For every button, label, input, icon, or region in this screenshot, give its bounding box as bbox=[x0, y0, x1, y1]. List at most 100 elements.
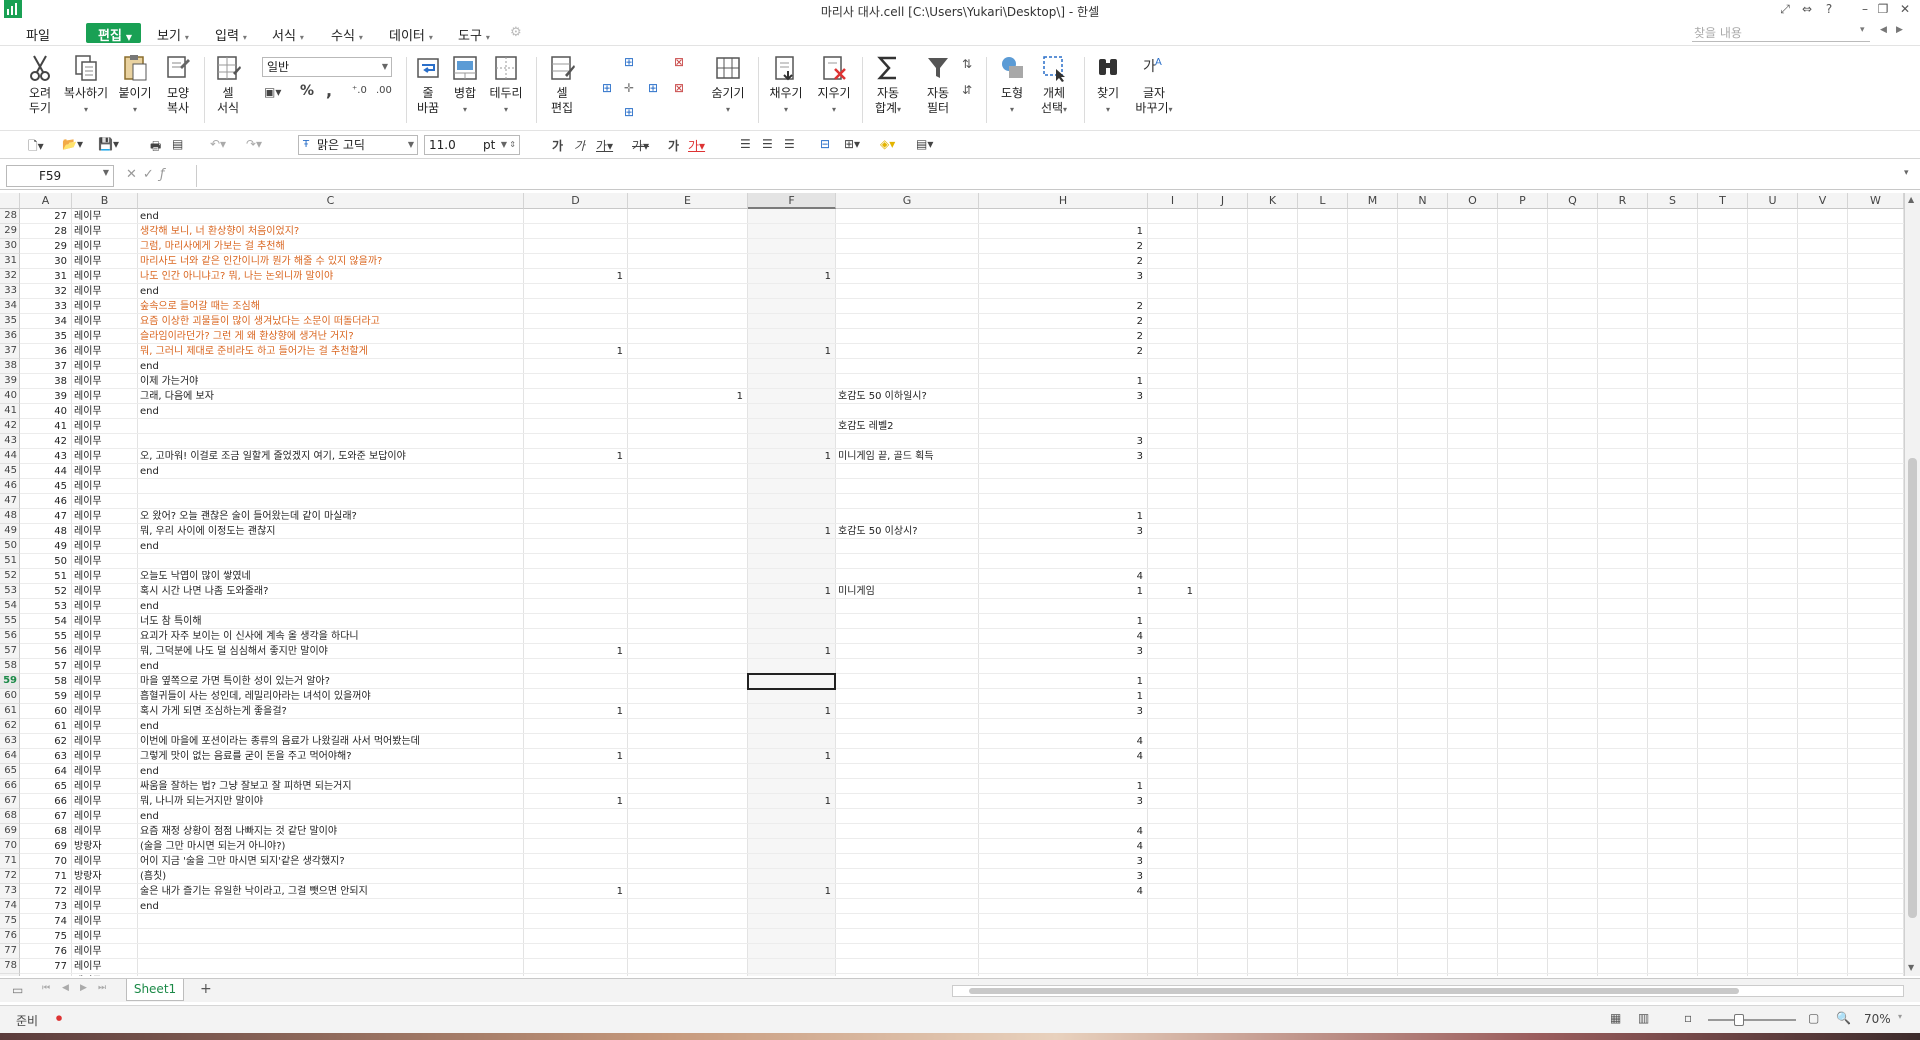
row-header[interactable]: 40 bbox=[0, 389, 20, 404]
minimize-button[interactable]: – bbox=[1856, 2, 1874, 18]
sheet-tab-sheet1[interactable]: Sheet1 bbox=[126, 979, 184, 1001]
cell-b[interactable]: 방랑자 bbox=[74, 869, 136, 884]
format-painter-button[interactable]: 모양 복사 bbox=[160, 53, 196, 116]
cell-a[interactable]: 70 bbox=[22, 854, 70, 869]
cell-b[interactable]: 레이무 bbox=[74, 254, 136, 269]
cell-b[interactable]: 레이무 bbox=[74, 539, 136, 554]
row-header[interactable]: 70 bbox=[0, 839, 20, 854]
cell-h[interactable]: 4 bbox=[981, 734, 1146, 749]
replace-button[interactable]: 가A 글자 바꾸기▾ bbox=[1132, 53, 1176, 117]
cell-a[interactable]: 32 bbox=[22, 284, 70, 299]
cell-a[interactable]: 40 bbox=[22, 404, 70, 419]
cell-d[interactable]: 1 bbox=[526, 344, 626, 359]
column-header-v[interactable]: V bbox=[1798, 193, 1848, 209]
cell-c[interactable]: 그렇게 맛이 없는 음료를 굳이 돈을 주고 먹어야해? bbox=[140, 749, 522, 764]
column-header-t[interactable]: T bbox=[1698, 193, 1748, 209]
cell-c[interactable]: 요즘 이상한 괴물들이 많이 생겨났다는 소문이 떠돌더라고 bbox=[140, 314, 522, 329]
row-header[interactable]: 41 bbox=[0, 404, 20, 419]
menu-format[interactable]: 서식 ▾ bbox=[272, 25, 304, 44]
cell-a[interactable]: 71 bbox=[22, 869, 70, 884]
cell-c[interactable]: 오, 고마워! 이걸로 조금 일할게 줄었겠지 여기, 도와준 보답이야 bbox=[140, 449, 522, 464]
cell-e[interactable]: 1 bbox=[630, 389, 746, 404]
cell-a[interactable]: 29 bbox=[22, 239, 70, 254]
extras-icon[interactable]: ⚙ bbox=[510, 25, 522, 40]
cell-a[interactable]: 39 bbox=[22, 389, 70, 404]
cell-a[interactable]: 37 bbox=[22, 359, 70, 374]
row-header[interactable]: 71 bbox=[0, 854, 20, 869]
cell-c[interactable]: 너도 참 특이해 bbox=[140, 614, 522, 629]
column-header-c[interactable]: C bbox=[138, 193, 524, 209]
cell-a[interactable]: 53 bbox=[22, 599, 70, 614]
cell-c[interactable]: 그럼, 마리사에게 가보는 걸 추천해 bbox=[140, 239, 522, 254]
cell-b[interactable]: 레이무 bbox=[74, 824, 136, 839]
cell-d[interactable]: 1 bbox=[526, 269, 626, 284]
cell-h[interactable]: 3 bbox=[981, 854, 1146, 869]
search-next-icon[interactable]: ▶ bbox=[1896, 25, 1903, 35]
align-right-icon[interactable]: ☰ bbox=[784, 137, 795, 151]
menu-edit[interactable]: 편집 ▼ bbox=[86, 23, 141, 44]
cell-a[interactable]: 47 bbox=[22, 509, 70, 524]
merge-button[interactable]: 병합 ▾ bbox=[448, 53, 482, 117]
cell-h[interactable]: 1 bbox=[981, 689, 1146, 704]
scroll-down-icon[interactable]: ▼ bbox=[1908, 963, 1914, 972]
cell-b[interactable]: 레이무 bbox=[74, 764, 136, 779]
cell-b[interactable]: 레이무 bbox=[74, 584, 136, 599]
cell-a[interactable]: 64 bbox=[22, 764, 70, 779]
cell-c[interactable]: 나도 인간 아니냐고? 뭐, 나는 논외니까 말이야 bbox=[140, 269, 522, 284]
cell-b[interactable]: 레이무 bbox=[74, 359, 136, 374]
underline-icon[interactable]: 가▾ bbox=[596, 137, 613, 154]
search-prev-icon[interactable]: ◀ bbox=[1880, 25, 1887, 35]
merge-cells-icon[interactable]: ⊟ bbox=[820, 137, 830, 151]
delete-column-icon[interactable]: ⊠ bbox=[674, 55, 684, 69]
add-sheet-button[interactable]: + bbox=[200, 981, 212, 997]
column-header-w[interactable]: W bbox=[1848, 193, 1904, 209]
menu-tools[interactable]: 도구 ▾ bbox=[458, 25, 490, 44]
cell-h[interactable]: 1 bbox=[981, 674, 1146, 689]
auto-filter-button[interactable]: 자동 필터 bbox=[920, 53, 956, 116]
cell-b[interactable]: 레이무 bbox=[74, 809, 136, 824]
cell-b[interactable]: 레이무 bbox=[74, 794, 136, 809]
row-header[interactable]: 53 bbox=[0, 584, 20, 599]
cell-b[interactable]: 레이무 bbox=[74, 329, 136, 344]
cell-b[interactable]: 레이무 bbox=[74, 209, 136, 224]
cell-h[interactable]: 4 bbox=[981, 839, 1146, 854]
cell-a[interactable]: 63 bbox=[22, 749, 70, 764]
prev-sheet-icon[interactable]: ◀ bbox=[62, 983, 69, 993]
cell-a[interactable]: 54 bbox=[22, 614, 70, 629]
currency-icon[interactable]: ▣▾ bbox=[264, 85, 281, 99]
column-header-k[interactable]: K bbox=[1248, 193, 1298, 209]
cell-a[interactable]: 43 bbox=[22, 449, 70, 464]
italic-icon[interactable]: 가 bbox=[574, 137, 585, 154]
insert-column-icon[interactable]: ⊞ bbox=[602, 81, 612, 95]
row-header[interactable]: 42 bbox=[0, 419, 20, 434]
zoom-slider-knob[interactable] bbox=[1734, 1014, 1744, 1026]
menu-data[interactable]: 데이터 ▾ bbox=[389, 25, 433, 44]
cell-b[interactable]: 레이무 bbox=[74, 899, 136, 914]
cell-a[interactable]: 61 bbox=[22, 719, 70, 734]
fullscreen-button[interactable]: ⤢ bbox=[1776, 2, 1794, 18]
row-header[interactable]: 75 bbox=[0, 914, 20, 929]
cell-c[interactable]: 오 왔어? 오늘 괜찮은 술이 들어왔는데 같이 마실래? bbox=[140, 509, 522, 524]
cut-button[interactable]: 오려 두기 bbox=[22, 53, 58, 116]
help-button[interactable]: ? bbox=[1820, 2, 1838, 18]
row-header[interactable]: 55 bbox=[0, 614, 20, 629]
cell-h[interactable]: 4 bbox=[981, 824, 1146, 839]
column-header-r[interactable]: R bbox=[1598, 193, 1648, 209]
cell-c[interactable]: 혹시 시간 나면 나좀 도와줄래? bbox=[140, 584, 522, 599]
cell-g[interactable]: 호감도 50 이하일시? bbox=[838, 389, 977, 404]
cell-a[interactable]: 59 bbox=[22, 689, 70, 704]
cell-h[interactable]: 1 bbox=[981, 779, 1146, 794]
cell-c[interactable]: end bbox=[140, 404, 522, 419]
cell-a[interactable]: 66 bbox=[22, 794, 70, 809]
cell-a[interactable]: 55 bbox=[22, 629, 70, 644]
cell-b[interactable]: 레이무 bbox=[74, 419, 136, 434]
cell-h[interactable]: 2 bbox=[981, 314, 1146, 329]
column-header-f[interactable]: F bbox=[748, 193, 836, 209]
row-header[interactable]: 54 bbox=[0, 599, 20, 614]
cell-b[interactable]: 레이무 bbox=[74, 974, 136, 976]
cell-a[interactable]: 27 bbox=[22, 209, 70, 224]
cell-b[interactable]: 레이무 bbox=[74, 314, 136, 329]
copy-button[interactable]: 복사하기 ▾ bbox=[62, 53, 110, 117]
more-format-icon[interactable]: ▤▾ bbox=[916, 137, 933, 151]
cell-b[interactable]: 레이무 bbox=[74, 509, 136, 524]
